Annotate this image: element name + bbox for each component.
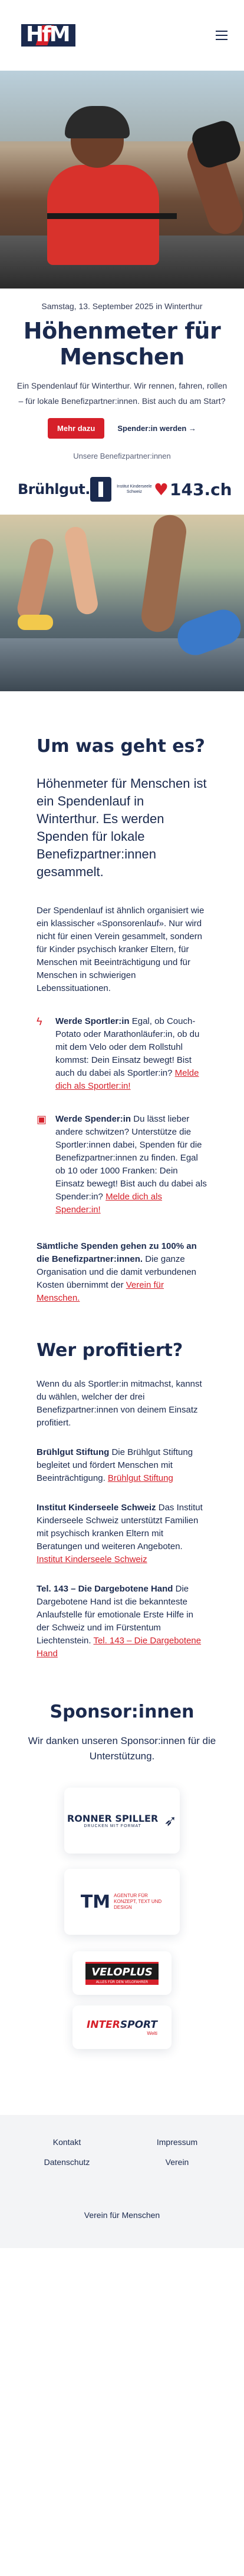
bruehlgut-link[interactable]: Brühlgut Stiftung	[108, 1473, 173, 1483]
about-intro: Höhenmeter für Menschen ist ein Spendenl…	[37, 776, 207, 879]
footer-links: Kontakt Impressum Datenschutz Verein	[0, 2137, 244, 2167]
tel143-logo[interactable]: ♥ 143.ch	[154, 480, 232, 499]
partner-name: Tel. 143 – Die Dargebotene Hand	[37, 1584, 173, 1594]
menu-line	[216, 31, 227, 32]
tel143-logo-text: 143.ch	[170, 479, 232, 499]
partner-logos: Brühlgut. Institut Kinderseele Schweiz ♥…	[15, 460, 232, 508]
feature-donor: ▣ Werde Spender:in Du lässt lieber ander…	[37, 1113, 207, 1216]
logo-text: HfM	[26, 22, 71, 47]
sponsors-heading: Sponsor:innen	[50, 1702, 194, 1722]
hamburger-menu-icon[interactable]	[216, 31, 227, 40]
partner-name: Brühlgut Stiftung	[37, 1447, 110, 1457]
more-info-button[interactable]: Mehr dazu	[48, 418, 105, 439]
feature-donor-text: Werde Spender:in Du lässt lieber andere …	[55, 1113, 207, 1216]
swoosh-icon: ➶	[164, 1811, 177, 1829]
veloplus-name: VELOPLUS	[91, 1965, 153, 1978]
veloplus-sub: ALLES FÜR DEN VELOFAHRER	[85, 1979, 159, 1985]
sponsor-tm[interactable]: TM AGENTUR FÜR KONZEPT, TEXT UND DESIGN	[64, 1869, 180, 1935]
intersport-name-b: SPORT	[120, 2018, 157, 2031]
intersport-name: INTERSPORT	[87, 2019, 157, 2031]
ronner-name: RONNER SPILLER	[67, 1813, 159, 1824]
runner-leg	[63, 525, 100, 616]
sponsors-section: Sponsor:innen Wir danken unseren Sponsor…	[0, 1660, 244, 2049]
partners-label: Unsere Benefizpartner:innen	[73, 452, 171, 460]
become-donor-link[interactable]: Spender:in werden →	[117, 424, 196, 433]
runner-shoe	[18, 615, 53, 630]
footer-link-association[interactable]: Verein	[122, 2157, 232, 2167]
runner-leg	[15, 536, 56, 622]
feature-athlete: ϟ Werde Sportler:in Egal, ob Couch-Potat…	[37, 1015, 207, 1093]
about-heading: Um was geht es?	[37, 736, 205, 757]
menu-line	[216, 39, 227, 40]
bruehlgut-logo[interactable]: Brühlgut.	[18, 481, 90, 498]
partner-name: Institut Kinderseele Schweiz	[37, 1503, 156, 1513]
intersport-name-a: INTER	[87, 2018, 120, 2031]
sponsor-veloplus[interactable]: VELOPLUS ALLES FÜR DEN VELOFAHRER	[72, 1951, 172, 1995]
footer-link-contact[interactable]: Kontakt	[12, 2137, 122, 2147]
partner-bruehlgut: Brühlgut Stiftung Die Brühlgut Stiftung …	[37, 1446, 207, 1485]
runner-leg	[139, 515, 189, 634]
site-header: HfM	[0, 0, 244, 71]
feature-donor-title: Werde Spender:in	[55, 1114, 131, 1124]
profit-heading: Wer profitiert?	[37, 1340, 183, 1361]
heart-icon: ♥	[153, 479, 169, 499]
menu-line	[216, 35, 227, 36]
site-footer: Kontakt Impressum Datenschutz Verein Ver…	[0, 2115, 244, 2248]
site-logo[interactable]: HfM	[21, 22, 78, 49]
lightning-icon: ϟ	[37, 1016, 42, 1027]
runners-image	[0, 515, 244, 691]
tm-sub: AGENTUR FÜR KONZEPT, TEXT UND DESIGN	[114, 1893, 162, 1910]
partner-iks: Institut Kinderseele Schweiz Das Institu…	[37, 1501, 207, 1566]
feature-athlete-text: Werde Sportler:in Egal, ob Couch-Potato …	[55, 1015, 207, 1093]
partner-tel143: Tel. 143 – Die Dargebotene Hand Die Darg…	[37, 1583, 207, 1660]
veloplus-logo: VELOPLUS ALLES FÜR DEN VELOFAHRER	[85, 1961, 159, 1985]
hero-cta-row: Mehr dazu Spender:in werden →	[15, 418, 229, 439]
feature-donor-body: Du lässt lieber andere schwitzen? Unters…	[55, 1114, 207, 1202]
tm-logo-text: TM	[80, 1891, 111, 1912]
footer-org-name: Verein für Menschen	[84, 2210, 160, 2220]
iks-logo-text: Institut Kinderseele Schweiz	[117, 485, 152, 494]
hero-cyclist	[47, 106, 244, 265]
feature-athlete-title: Werde Sportler:in	[55, 1016, 130, 1026]
iks-logo[interactable]: Institut Kinderseele Schweiz	[90, 477, 154, 502]
page-title: Höhenmeter für Menschen	[23, 318, 221, 370]
footer-link-imprint[interactable]: Impressum	[122, 2137, 232, 2147]
hero-lead: Ein Spendenlauf für Winterthur. Wir renn…	[17, 381, 227, 406]
iks-logo-mark	[90, 477, 111, 502]
sponsors-sub: Wir danken unseren Sponsor:innen für die…	[28, 1735, 216, 1762]
profit-text: Wenn du als Sportler:in mitmachst, kanns…	[37, 1379, 202, 1428]
wallet-icon: ▣	[37, 1113, 47, 1125]
hero-section: Samstag, 13. September 2025 in Winterthu…	[0, 289, 244, 508]
intersport-logo: INTERSPORT Welti	[87, 2019, 157, 2036]
sponsor-ronner-spiller[interactable]: RONNER SPILLER DRUCKEN MIT FORMAT ➶	[64, 1788, 180, 1854]
ronner-sub: DRUCKEN MIT FORMAT	[84, 1824, 141, 1828]
ronner-text: RONNER SPILLER DRUCKEN MIT FORMAT	[67, 1813, 158, 1828]
iks-link[interactable]: Institut Kinderseele Schweiz	[37, 1554, 147, 1564]
intersport-sub: Welti	[147, 2030, 157, 2036]
footer-link-privacy[interactable]: Datenschutz	[12, 2157, 122, 2167]
profit-section: Wer profitiert? Wenn du als Sportler:in …	[0, 1305, 244, 1660]
about-text: Der Spendenlauf ist ähnlich organisiert …	[37, 906, 205, 993]
sponsor-intersport[interactable]: INTERSPORT Welti	[72, 2005, 172, 2049]
about-section: Um was geht es? Höhenmeter für Menschen …	[0, 691, 244, 1305]
bike-handlebar	[47, 213, 177, 219]
donation-notice: Sämtliche Spenden gehen zu 100% an die B…	[37, 1240, 207, 1305]
event-date: Samstag, 13. September 2025 in Winterthu…	[41, 301, 203, 311]
hero-image-cyclist	[0, 71, 244, 289]
